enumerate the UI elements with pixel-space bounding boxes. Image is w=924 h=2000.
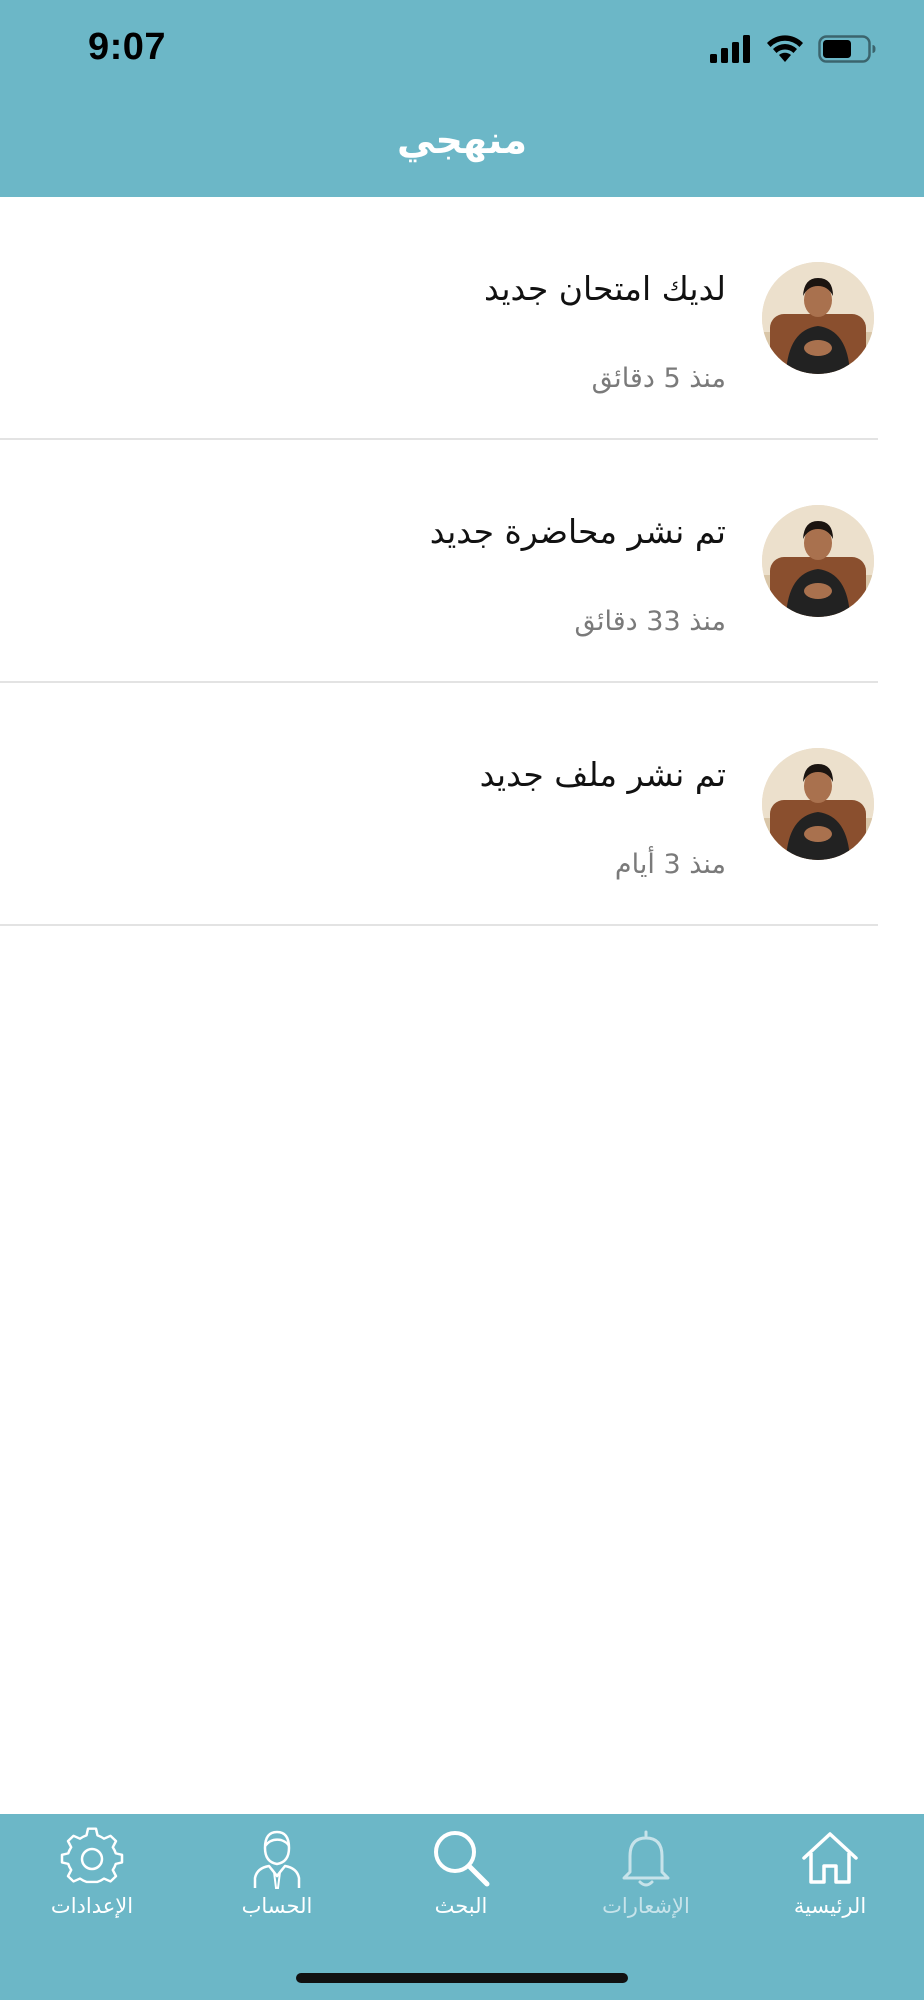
notification-text: تم نشر ملف جديد [479,755,726,794]
status-time: 9:07 [88,26,167,68]
tab-settings[interactable]: الإعدادات [17,1826,167,1936]
page-title: منهجي [397,118,527,162]
notification-item[interactable]: تم نشر محاضرة جديد منذ 33 دقائق [0,440,924,683]
notification-list: لديك امتحان جديد منذ 5 دقائق تم نشر محاض… [0,197,924,926]
app-header: 9:07 منهجي [0,0,924,197]
tab-label: الحساب [241,1894,313,1918]
tab-search[interactable]: البحث [386,1826,536,1936]
tab-label: الرئيسية [793,1894,867,1918]
notification-text: لديك امتحان جديد [484,269,726,308]
wifi-icon [767,35,803,62]
divider-inset [878,924,924,926]
tab-home[interactable]: الرئيسية [755,1826,905,1936]
tab-label: الإعدادات [50,1894,134,1918]
notification-time: منذ 5 دقائق [591,363,726,394]
bell-icon [622,1830,670,1887]
notification-time: منذ 3 أيام [614,849,726,880]
notification-text: تم نشر محاضرة جديد [429,512,726,551]
notification-time: منذ 33 دقائق [574,606,726,637]
notifications-screen: 9:07 منهجي لديك امتحان جديد منذ 5 دقائق … [0,0,924,2000]
search-icon [434,1831,490,1887]
tab-account[interactable]: الحساب [202,1826,352,1936]
account-icon [253,1830,301,1889]
battery-icon [818,35,876,63]
notification-item[interactable]: تم نشر ملف جديد منذ 3 أيام [0,683,924,926]
avatar [762,262,874,374]
home-icon [802,1832,858,1884]
tab-notifications[interactable]: الإشعارات [571,1826,721,1936]
tab-label: البحث [434,1894,488,1918]
avatar [762,748,874,860]
gear-icon [60,1827,124,1884]
avatar [762,505,874,617]
tab-label: الإشعارات [602,1894,690,1918]
home-indicator [296,1973,628,1983]
signal-icon [710,35,750,63]
notification-item[interactable]: لديك امتحان جديد منذ 5 دقائق [0,197,924,440]
status-icons [710,32,876,66]
